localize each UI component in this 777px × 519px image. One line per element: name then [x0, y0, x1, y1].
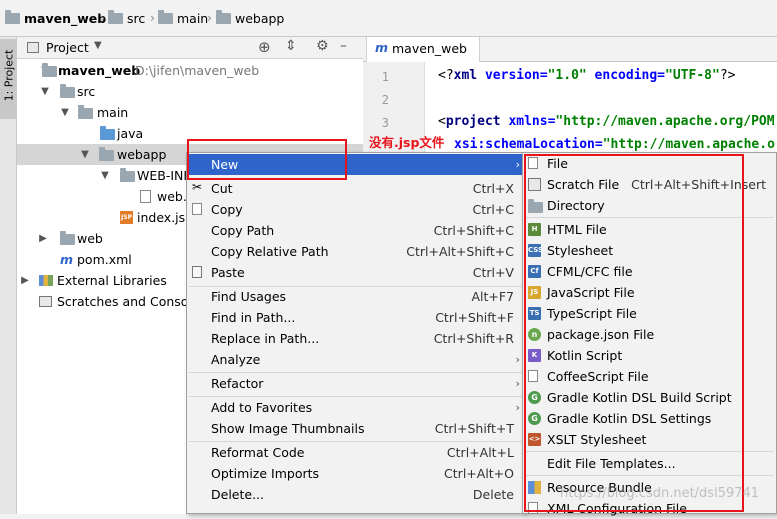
- watermark: https://blog.csdn.net/dsl59741: [560, 486, 760, 501]
- tree-item-label: main: [97, 105, 129, 120]
- expanded-arrow-icon: ▼: [101, 170, 109, 181]
- expanded-arrow-icon: ▼: [41, 86, 49, 97]
- menu-item-copy-relative-path[interactable]: Copy Relative Path Ctrl+Alt+Shift+C: [187, 241, 524, 262]
- breadcrumb-separator-icon: ›: [207, 10, 212, 25]
- tree-item-label: web: [77, 231, 103, 246]
- tab-label: maven_web: [392, 41, 467, 56]
- tab-maven-web[interactable]: m maven_web: [366, 37, 480, 62]
- tree-item-path: D:\jifen\maven_web: [135, 63, 260, 78]
- project-panel-title[interactable]: Project: [46, 40, 89, 55]
- menu-item-optimize-imports[interactable]: Optimize Imports Ctrl+Alt+O: [187, 463, 524, 484]
- tree-item-label: java: [117, 126, 144, 141]
- expanded-arrow-icon: ▼: [81, 149, 89, 160]
- breadcrumb-separator-icon: ›: [150, 10, 155, 25]
- tree-item-label: maven_web: [58, 63, 141, 78]
- paste-icon: [192, 266, 202, 278]
- tree-item-label: WEB-INF: [137, 168, 191, 183]
- maven-file-icon: m: [60, 252, 74, 267]
- submenu-arrow-icon: ›: [515, 401, 520, 414]
- xml-file-icon: [140, 190, 151, 203]
- hide-panel-icon[interactable]: –: [340, 38, 347, 54]
- project-view-icon: [27, 42, 39, 53]
- line-number: 1: [381, 70, 389, 84]
- module-folder-icon: [42, 63, 57, 77]
- context-menu: New › ✂ Cut Ctrl+X Copy Ctrl+C Copy Path…: [186, 152, 525, 514]
- tree-item-label: webapp: [117, 147, 167, 162]
- tree-item-label: pom.xml: [77, 252, 132, 267]
- menu-item-show-image-thumbnails[interactable]: Show Image Thumbnails Ctrl+Shift+T: [187, 418, 524, 439]
- breadcrumb-item-webapp[interactable]: webapp: [216, 10, 284, 28]
- menu-item-analyze[interactable]: Analyze ›: [187, 349, 524, 370]
- tree-item-src[interactable]: ▼ src: [20, 81, 363, 102]
- collapsed-arrow-icon: ▶: [21, 275, 29, 286]
- view-dropdown-icon[interactable]: ▼: [94, 40, 102, 51]
- gear-icon[interactable]: ⚙: [316, 38, 329, 54]
- menu-item-add-to-favorites[interactable]: Add to Favorites ›: [187, 397, 524, 418]
- line-number: 3: [381, 116, 389, 130]
- maven-file-icon: m: [375, 40, 389, 55]
- menu-item-copy[interactable]: Copy Ctrl+C: [187, 199, 524, 220]
- breadcrumb-item-src[interactable]: src: [108, 10, 145, 28]
- annotation-highlight-new: [187, 139, 347, 180]
- code-line-4: xsi:schemaLocation="http://maven.apache.…: [454, 137, 775, 152]
- tree-item-label: src: [77, 84, 96, 99]
- folder-icon: [60, 84, 75, 98]
- tree-item-label: Scratches and Console: [57, 294, 200, 309]
- menu-item-replace-in-path[interactable]: Replace in Path... Ctrl+Shift+R: [187, 328, 524, 349]
- breadcrumb-item-maven-web[interactable]: maven_web: [5, 10, 106, 28]
- annotation-no-jsp-file: 没有.jsp文件: [369, 135, 445, 150]
- folder-icon: [216, 10, 231, 24]
- project-tool-tab-label: 1: Project: [2, 49, 16, 102]
- menu-item-delete[interactable]: Delete... Delete: [187, 484, 524, 505]
- menu-item-cut[interactable]: ✂ Cut Ctrl+X: [187, 178, 524, 199]
- folder-icon: [120, 168, 135, 182]
- copy-icon: [192, 203, 202, 215]
- menu-item-copy-path[interactable]: Copy Path Ctrl+Shift+C: [187, 220, 524, 241]
- tree-item-main[interactable]: ▼ main: [20, 102, 363, 123]
- folder-icon: [99, 147, 114, 161]
- menu-item-paste[interactable]: Paste Ctrl+V: [187, 262, 524, 283]
- source-folder-icon: [100, 126, 115, 140]
- menu-item-refactor[interactable]: Refactor ›: [187, 373, 524, 394]
- folder-icon: [158, 10, 173, 24]
- breadcrumb-separator-icon: ›: [100, 10, 105, 25]
- line-number: 2: [381, 93, 389, 107]
- submenu-arrow-icon: ›: [515, 158, 520, 171]
- breadcrumb-item-main[interactable]: main: [158, 10, 208, 28]
- code-line-1: <?xml version="1.0" encoding="UTF-8"?>: [438, 68, 736, 83]
- tree-item-label: External Libraries: [57, 273, 167, 288]
- scissors-icon: ✂: [192, 180, 203, 194]
- folder-icon: [5, 10, 20, 24]
- expanded-arrow-icon: ▼: [61, 107, 69, 118]
- folder-icon: [60, 231, 75, 245]
- folder-icon: [108, 10, 123, 24]
- locate-file-icon[interactable]: ⊕: [258, 38, 271, 56]
- project-tool-tab[interactable]: 1: Project: [0, 39, 17, 119]
- navigation-bar: maven_web › src › main › webapp: [0, 0, 777, 37]
- project-panel-header: Project ▼ ⊕ ⇕ ⚙ –: [17, 37, 363, 59]
- submenu-arrow-icon: ›: [515, 353, 520, 366]
- libraries-icon: [39, 275, 53, 286]
- submenu-arrow-icon: ›: [515, 377, 520, 390]
- tree-item-label: index.jsp: [137, 210, 194, 225]
- menu-item-find-in-path[interactable]: Find in Path... Ctrl+Shift+F: [187, 307, 524, 328]
- tree-item-maven-web[interactable]: ▼ maven_web D:\jifen\maven_web: [20, 60, 363, 81]
- collapsed-arrow-icon: ▶: [39, 233, 47, 244]
- code-line-3: <project xmlns="http://maven.apache.org/…: [438, 114, 775, 129]
- menu-item-find-usages[interactable]: Find Usages Alt+F7: [187, 286, 524, 307]
- collapse-all-icon[interactable]: ⇕: [285, 38, 297, 54]
- jsp-file-icon: JSP: [120, 211, 133, 224]
- annotation-highlight-submenu: [524, 154, 744, 512]
- menu-item-reformat-code[interactable]: Reformat Code Ctrl+Alt+L: [187, 442, 524, 463]
- scratches-icon: [39, 296, 52, 307]
- folder-icon: [78, 105, 93, 119]
